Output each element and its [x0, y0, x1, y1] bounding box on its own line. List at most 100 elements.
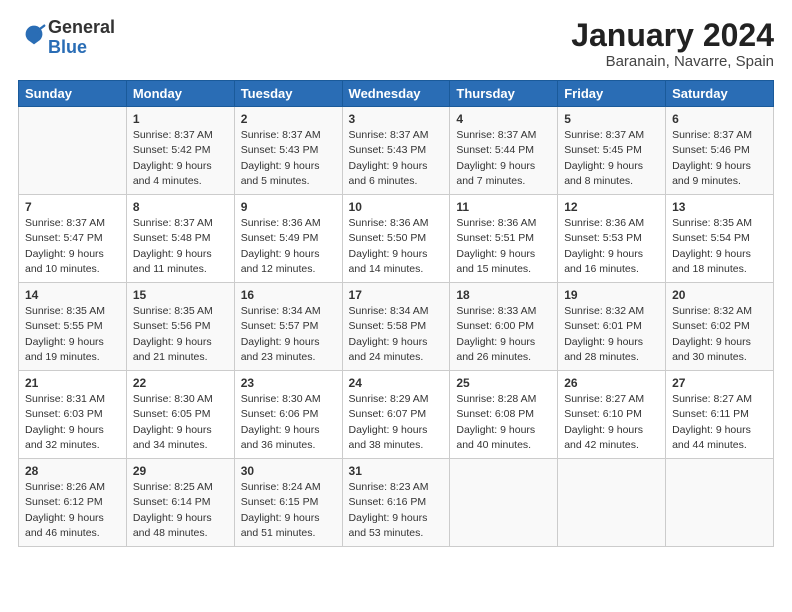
day-info: Sunrise: 8:35 AM Sunset: 5:55 PM Dayligh…: [25, 304, 120, 365]
sunrise-text: Sunrise: 8:24 AM: [241, 481, 321, 493]
sunrise-text: Sunrise: 8:35 AM: [133, 305, 213, 317]
daylight-text: Daylight: 9 hours and 6 minutes.: [349, 160, 428, 187]
daylight-text: Daylight: 9 hours and 9 minutes.: [672, 160, 751, 187]
day-info: Sunrise: 8:27 AM Sunset: 6:10 PM Dayligh…: [564, 392, 659, 453]
daylight-text: Daylight: 9 hours and 11 minutes.: [133, 248, 212, 275]
sunrise-text: Sunrise: 8:37 AM: [133, 129, 213, 141]
calendar-cell: 13 Sunrise: 8:35 AM Sunset: 5:54 PM Dayl…: [666, 195, 774, 283]
calendar-cell: 10 Sunrise: 8:36 AM Sunset: 5:50 PM Dayl…: [342, 195, 450, 283]
sunrise-text: Sunrise: 8:37 AM: [564, 129, 644, 141]
calendar-cell: [558, 459, 666, 547]
sunset-text: Sunset: 5:46 PM: [672, 144, 750, 156]
daylight-text: Daylight: 9 hours and 14 minutes.: [349, 248, 428, 275]
day-info: Sunrise: 8:35 AM Sunset: 5:54 PM Dayligh…: [672, 216, 767, 277]
day-info: Sunrise: 8:30 AM Sunset: 6:05 PM Dayligh…: [133, 392, 228, 453]
sunset-text: Sunset: 6:02 PM: [672, 320, 750, 332]
day-info: Sunrise: 8:37 AM Sunset: 5:48 PM Dayligh…: [133, 216, 228, 277]
daylight-text: Daylight: 9 hours and 23 minutes.: [241, 336, 320, 363]
daylight-text: Daylight: 9 hours and 4 minutes.: [133, 160, 212, 187]
calendar-cell: 4 Sunrise: 8:37 AM Sunset: 5:44 PM Dayli…: [450, 107, 558, 195]
day-info: Sunrise: 8:36 AM Sunset: 5:50 PM Dayligh…: [349, 216, 444, 277]
sunset-text: Sunset: 5:45 PM: [564, 144, 642, 156]
daylight-text: Daylight: 9 hours and 42 minutes.: [564, 424, 643, 451]
day-header-wednesday: Wednesday: [342, 81, 450, 107]
day-number: 17: [349, 288, 444, 302]
sunset-text: Sunset: 5:42 PM: [133, 144, 211, 156]
sunrise-text: Sunrise: 8:36 AM: [349, 217, 429, 229]
day-number: 29: [133, 464, 228, 478]
calendar-cell: 16 Sunrise: 8:34 AM Sunset: 5:57 PM Dayl…: [234, 283, 342, 371]
day-info: Sunrise: 8:27 AM Sunset: 6:11 PM Dayligh…: [672, 392, 767, 453]
calendar-table: SundayMondayTuesdayWednesdayThursdayFrid…: [18, 80, 774, 547]
calendar-cell: 29 Sunrise: 8:25 AM Sunset: 6:14 PM Dayl…: [126, 459, 234, 547]
logo-general-text: General: [48, 17, 115, 37]
day-info: Sunrise: 8:26 AM Sunset: 6:12 PM Dayligh…: [25, 480, 120, 541]
sunset-text: Sunset: 5:44 PM: [456, 144, 534, 156]
calendar-cell: 23 Sunrise: 8:30 AM Sunset: 6:06 PM Dayl…: [234, 371, 342, 459]
day-info: Sunrise: 8:36 AM Sunset: 5:49 PM Dayligh…: [241, 216, 336, 277]
calendar-cell: 15 Sunrise: 8:35 AM Sunset: 5:56 PM Dayl…: [126, 283, 234, 371]
sunset-text: Sunset: 6:00 PM: [456, 320, 534, 332]
day-number: 25: [456, 376, 551, 390]
day-info: Sunrise: 8:32 AM Sunset: 6:01 PM Dayligh…: [564, 304, 659, 365]
calendar-cell: 20 Sunrise: 8:32 AM Sunset: 6:02 PM Dayl…: [666, 283, 774, 371]
day-number: 16: [241, 288, 336, 302]
day-number: 9: [241, 200, 336, 214]
day-number: 8: [133, 200, 228, 214]
daylight-text: Daylight: 9 hours and 32 minutes.: [25, 424, 104, 451]
day-info: Sunrise: 8:30 AM Sunset: 6:06 PM Dayligh…: [241, 392, 336, 453]
day-info: Sunrise: 8:37 AM Sunset: 5:43 PM Dayligh…: [349, 128, 444, 189]
daylight-text: Daylight: 9 hours and 16 minutes.: [564, 248, 643, 275]
day-number: 5: [564, 112, 659, 126]
logo: General Blue: [18, 18, 115, 58]
sunrise-text: Sunrise: 8:34 AM: [349, 305, 429, 317]
week-row-5: 28 Sunrise: 8:26 AM Sunset: 6:12 PM Dayl…: [19, 459, 774, 547]
calendar-cell: 2 Sunrise: 8:37 AM Sunset: 5:43 PM Dayli…: [234, 107, 342, 195]
daylight-text: Daylight: 9 hours and 5 minutes.: [241, 160, 320, 187]
day-number: 11: [456, 200, 551, 214]
week-row-2: 7 Sunrise: 8:37 AM Sunset: 5:47 PM Dayli…: [19, 195, 774, 283]
day-info: Sunrise: 8:35 AM Sunset: 5:56 PM Dayligh…: [133, 304, 228, 365]
sunset-text: Sunset: 6:14 PM: [133, 496, 211, 508]
calendar-cell: 26 Sunrise: 8:27 AM Sunset: 6:10 PM Dayl…: [558, 371, 666, 459]
calendar-cell: 17 Sunrise: 8:34 AM Sunset: 5:58 PM Dayl…: [342, 283, 450, 371]
day-number: 13: [672, 200, 767, 214]
daylight-text: Daylight: 9 hours and 44 minutes.: [672, 424, 751, 451]
day-number: 24: [349, 376, 444, 390]
day-header-friday: Friday: [558, 81, 666, 107]
day-number: 4: [456, 112, 551, 126]
calendar-cell: 18 Sunrise: 8:33 AM Sunset: 6:00 PM Dayl…: [450, 283, 558, 371]
daylight-text: Daylight: 9 hours and 46 minutes.: [25, 512, 104, 539]
header-row-days: SundayMondayTuesdayWednesdayThursdayFrid…: [19, 81, 774, 107]
sunrise-text: Sunrise: 8:37 AM: [349, 129, 429, 141]
calendar-title: January 2024: [571, 18, 774, 53]
daylight-text: Daylight: 9 hours and 34 minutes.: [133, 424, 212, 451]
day-info: Sunrise: 8:37 AM Sunset: 5:42 PM Dayligh…: [133, 128, 228, 189]
day-info: Sunrise: 8:29 AM Sunset: 6:07 PM Dayligh…: [349, 392, 444, 453]
day-info: Sunrise: 8:33 AM Sunset: 6:00 PM Dayligh…: [456, 304, 551, 365]
day-number: 20: [672, 288, 767, 302]
week-row-4: 21 Sunrise: 8:31 AM Sunset: 6:03 PM Dayl…: [19, 371, 774, 459]
sunset-text: Sunset: 5:47 PM: [25, 232, 103, 244]
sunrise-text: Sunrise: 8:30 AM: [133, 393, 213, 405]
sunrise-text: Sunrise: 8:35 AM: [25, 305, 105, 317]
day-number: 6: [672, 112, 767, 126]
calendar-cell: 12 Sunrise: 8:36 AM Sunset: 5:53 PM Dayl…: [558, 195, 666, 283]
calendar-cell: 1 Sunrise: 8:37 AM Sunset: 5:42 PM Dayli…: [126, 107, 234, 195]
daylight-text: Daylight: 9 hours and 53 minutes.: [349, 512, 428, 539]
sunset-text: Sunset: 6:10 PM: [564, 408, 642, 420]
sunset-text: Sunset: 5:57 PM: [241, 320, 319, 332]
sunrise-text: Sunrise: 8:29 AM: [349, 393, 429, 405]
daylight-text: Daylight: 9 hours and 21 minutes.: [133, 336, 212, 363]
daylight-text: Daylight: 9 hours and 19 minutes.: [25, 336, 104, 363]
calendar-subtitle: Baranain, Navarre, Spain: [571, 53, 774, 70]
calendar-cell: 9 Sunrise: 8:36 AM Sunset: 5:49 PM Dayli…: [234, 195, 342, 283]
day-number: 14: [25, 288, 120, 302]
week-row-3: 14 Sunrise: 8:35 AM Sunset: 5:55 PM Dayl…: [19, 283, 774, 371]
sunset-text: Sunset: 6:11 PM: [672, 408, 749, 420]
day-header-saturday: Saturday: [666, 81, 774, 107]
sunset-text: Sunset: 5:51 PM: [456, 232, 534, 244]
day-number: 19: [564, 288, 659, 302]
daylight-text: Daylight: 9 hours and 8 minutes.: [564, 160, 643, 187]
week-row-1: 1 Sunrise: 8:37 AM Sunset: 5:42 PM Dayli…: [19, 107, 774, 195]
